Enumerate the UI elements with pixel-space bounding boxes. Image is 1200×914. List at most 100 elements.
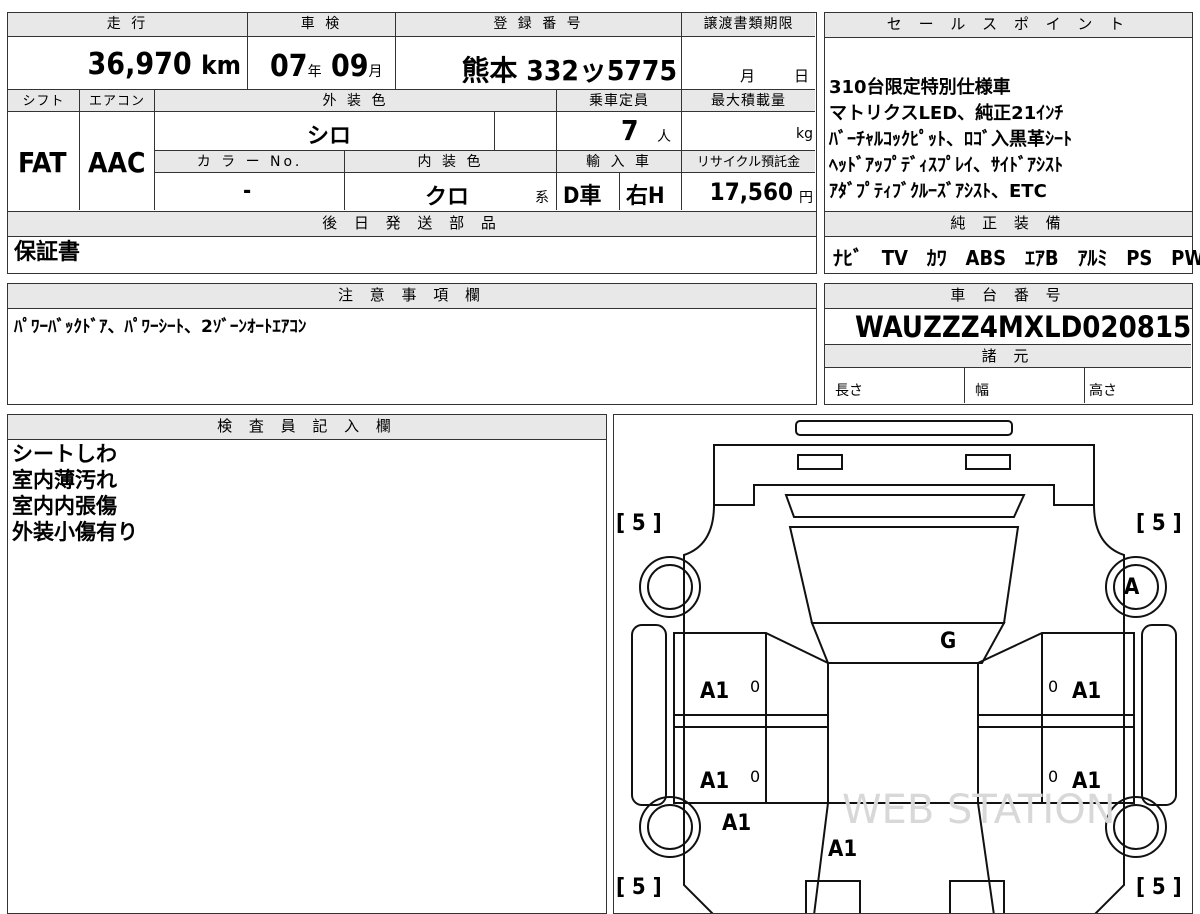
- recycle-header: リサイクル預託金: [682, 151, 815, 173]
- tire-depth-front-left: [ 5 ]: [616, 511, 662, 536]
- import-h-cell: 右H: [620, 173, 682, 210]
- mileage-value: 36,970: [87, 47, 192, 82]
- sales-point-line: ﾍｯﾄﾞｱｯﾌﾟﾃﾞｨｽﾌﾟﾚｲ、ｻｲﾄﾞｱｼｽﾄ: [829, 155, 1063, 176]
- damage-diagram: WEB STATION [ 5 ] [ 5 ] [ 5 ] [ 5 ] A G …: [613, 414, 1193, 914]
- capacity-header: 乗車定員: [557, 90, 682, 112]
- interior-color-header: 内 装 色: [345, 151, 557, 173]
- equipment-item: ｱﾙﾐ: [1077, 246, 1108, 270]
- capacity-value: 7: [621, 114, 639, 147]
- damage-mark: A1: [1072, 679, 1102, 704]
- inspection-month-unit: 月: [368, 64, 383, 80]
- inspector-note: 室内薄汚れ: [12, 468, 117, 492]
- sales-point-line: ﾊﾞｰﾁｬﾙｺｯｸﾋﾟｯﾄ、ﾛｺﾞ入黒革ｼｰﾄ: [829, 129, 1072, 150]
- damage-mark: G: [940, 629, 957, 654]
- color-no-header: カ ラ ー No.: [155, 151, 345, 173]
- recycle-value: 17,560: [709, 178, 793, 206]
- tire-depth-rear-right: [ 5 ]: [1136, 875, 1182, 900]
- aircon-value: AAC: [88, 146, 146, 179]
- equipment-item: ABS: [965, 246, 1007, 270]
- spec-height-label: 高さ: [1089, 383, 1117, 399]
- inspector-section: 検 査 員 記 入 欄 シートしわ 室内薄汚れ 室内内張傷 外装小傷有り: [7, 414, 607, 914]
- notes-section: 注 意 事 項 欄 ﾊﾟﾜｰﾊﾞｯｸﾄﾞｱ、ﾊﾟﾜｰｼｰﾄ、2ｿﾞｰﾝｵｰﾄｴｱ…: [7, 283, 817, 405]
- damage-mark: A1: [700, 679, 730, 704]
- interior-color-cell: クロ 系: [345, 173, 557, 210]
- registration-cell: 熊本 332ッ5775: [396, 37, 682, 89]
- mileage-unit: km: [201, 51, 241, 81]
- capacity-cell: 7 人: [557, 112, 682, 150]
- tire-depth-rear-left: [ 5 ]: [616, 875, 662, 900]
- aircon-header: エアコン: [80, 90, 155, 112]
- exterior-color-value: シロ: [307, 124, 352, 149]
- transfer-month: 月: [740, 67, 756, 85]
- equipment-item: PS: [1126, 246, 1153, 270]
- color-no-value: -: [243, 179, 252, 204]
- transfer-deadline-cell: 月 日: [682, 37, 815, 89]
- later-parts-section: 後 日 発 送 部 品 保証書: [7, 212, 817, 274]
- inspection-month: 09: [330, 49, 369, 84]
- shift-cell: FAT: [8, 112, 80, 210]
- chassis-section: 車 台 番 号 WAUZZZ4MXLD020815 諸 元 長さ 幅 高さ: [824, 283, 1193, 405]
- zero-mark: 0: [750, 677, 761, 696]
- vehicle-info-table: 走 行 車 検 登 録 番 号 譲渡書類期限 36,970 km 07年 09月…: [7, 12, 817, 212]
- aircon-cell: AAC: [80, 112, 155, 210]
- specs-header: 諸 元: [825, 344, 1191, 368]
- inspection-cell: 07年 09月: [248, 37, 396, 89]
- max-load-cell: kg: [682, 112, 815, 150]
- equipment-section: 純 正 装 備 ﾅﾋﾞ TV ｶﾜ ABS ｴｱB ｱﾙﾐ PS PW: [824, 212, 1200, 274]
- mileage-header: 走 行: [8, 13, 248, 37]
- equipment-item: ｴｱB: [1024, 246, 1059, 270]
- sales-point-line: マトリクスLED、純正21ｲﾝﾁ: [829, 103, 1064, 124]
- zero-mark: 0: [1048, 677, 1059, 696]
- zero-mark: 0: [750, 767, 761, 786]
- chassis-header: 車 台 番 号: [825, 284, 1192, 309]
- notes-value: ﾊﾟﾜｰﾊﾞｯｸﾄﾞｱ、ﾊﾟﾜｰｼｰﾄ、2ｿﾞｰﾝｵｰﾄｴｱｺﾝ: [14, 317, 307, 337]
- sales-point-line: ｱﾀﾞﾌﾟﾃｨﾌﾞｸﾙｰｽﾞｱｼｽﾄ、ETC: [829, 181, 1047, 202]
- recycle-unit: 円: [799, 190, 813, 206]
- damage-mark: A: [1124, 575, 1140, 600]
- inspection-year: 07: [270, 49, 308, 84]
- equipment-item: PW: [1171, 246, 1200, 270]
- exterior-color-cell: シロ: [155, 112, 495, 150]
- equipment-header: 純 正 装 備: [825, 212, 1192, 237]
- damage-mark: A1: [700, 769, 730, 794]
- damage-mark: A1: [722, 811, 752, 836]
- transfer-day: 日: [794, 67, 810, 85]
- car-outline-svg: [631, 420, 1177, 913]
- exterior-color-header: 外 装 色: [155, 90, 557, 112]
- inspector-header: 検 査 員 記 入 欄: [8, 415, 606, 440]
- shift-header: シフト: [8, 90, 80, 112]
- import-d-cell: D車: [557, 173, 620, 210]
- import-d-value: D車: [563, 184, 602, 209]
- interior-color-value: クロ: [425, 185, 470, 210]
- inspection-year-unit: 年: [307, 64, 322, 80]
- inspector-note: 室内内張傷: [12, 494, 117, 518]
- inspection-header: 車 検: [248, 13, 396, 37]
- interior-suffix: 系: [535, 190, 549, 206]
- spec-width-label: 幅: [975, 383, 989, 399]
- chassis-number: WAUZZZ4MXLD020815: [855, 310, 1192, 344]
- import-header: 輸 入 車: [557, 151, 682, 173]
- color-no-cell: -: [155, 173, 345, 210]
- inspector-note: シートしわ: [12, 442, 117, 466]
- max-load-header: 最大積載量: [682, 90, 815, 112]
- damage-mark: A1: [828, 837, 858, 862]
- capacity-unit: 人: [657, 129, 671, 145]
- sales-points-header: セ ー ル ス ポ イ ン ト: [825, 13, 1192, 38]
- spec-length-label: 長さ: [835, 383, 863, 399]
- later-parts-header: 後 日 発 送 部 品: [8, 212, 816, 237]
- registration-header: 登 録 番 号: [396, 13, 682, 37]
- max-load-unit: kg: [796, 126, 813, 142]
- mileage-cell: 36,970 km: [8, 37, 248, 89]
- recycle-cell: 17,560 円: [682, 173, 815, 210]
- later-parts-value: 保証書: [14, 240, 81, 265]
- import-h-value: 右H: [626, 184, 665, 209]
- tire-depth-front-right: [ 5 ]: [1136, 511, 1182, 536]
- zero-mark: 0: [1048, 767, 1059, 786]
- sales-point-line: 310台限定特別仕様車: [829, 77, 1011, 98]
- shift-value: FAT: [18, 146, 67, 179]
- damage-mark: A1: [1072, 769, 1102, 794]
- inspector-note: 外装小傷有り: [12, 520, 138, 544]
- transfer-deadline-header: 譲渡書類期限: [682, 13, 815, 37]
- registration-value: 熊本 332ッ5775: [461, 54, 677, 87]
- equipment-item: ﾅﾋﾞ: [833, 246, 863, 270]
